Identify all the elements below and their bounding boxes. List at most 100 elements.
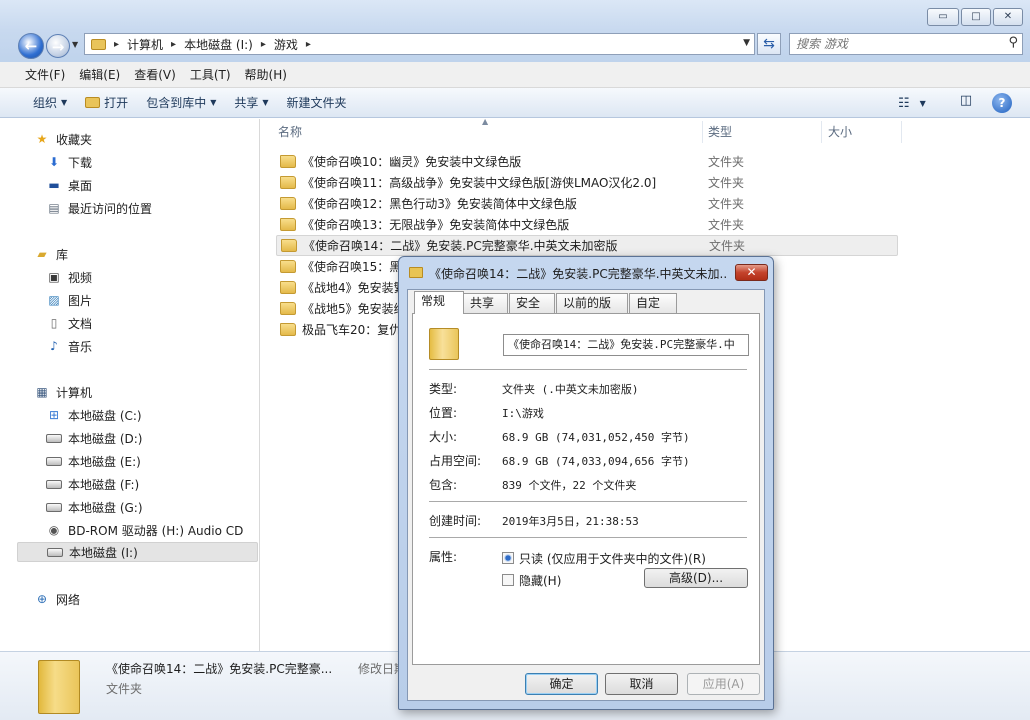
nav-desktop[interactable]: ▬ 桌面 <box>46 175 92 195</box>
forward-button[interactable]: → <box>46 34 70 58</box>
nav-label: 视频 <box>68 270 93 285</box>
nav-drive-f[interactable]: 本地磁盘 (F:) <box>46 474 139 494</box>
preview-pane-button[interactable]: ◫ <box>956 93 976 111</box>
breadcrumb-item[interactable]: 游戏 <box>274 36 298 53</box>
nav-recent-places[interactable]: ▤ 最近访问的位置 <box>46 198 152 218</box>
menu-file[interactable]: 文件(F) <box>18 66 72 83</box>
nav-drive-e[interactable]: 本地磁盘 (E:) <box>46 451 141 471</box>
nav-drive-d[interactable]: 本地磁盘 (D:) <box>46 428 142 448</box>
divider <box>429 537 747 538</box>
help-button[interactable]: ? <box>992 93 1012 113</box>
back-button[interactable]: ← <box>18 33 44 59</box>
tab-previous-versions[interactable]: 以前的版本 <box>556 293 628 329</box>
back-arrow-icon: ← <box>24 37 38 55</box>
refresh-button[interactable]: ⇆ <box>757 33 781 55</box>
column-divider[interactable] <box>702 121 703 143</box>
ok-button[interactable]: 确定 <box>525 673 598 695</box>
open-button[interactable]: 打开 <box>76 92 137 114</box>
nav-pictures[interactable]: ▨ 图片 <box>46 290 92 310</box>
tab-general[interactable]: 常规 <box>414 291 464 314</box>
contains-value: 839 个文件，22 个文件夹 <box>502 479 637 492</box>
share-button[interactable]: 共享 ▼ <box>225 92 277 114</box>
nav-favorites[interactable]: ★ 收藏夹 <box>34 129 92 149</box>
download-folder-icon: ⬇ <box>48 155 60 169</box>
minimize-button[interactable]: ▭ <box>927 8 959 26</box>
file-row[interactable]: 《使命召唤12：黑色行动3》免安装简体中文绿色版 文件夹 <box>276 193 898 214</box>
column-header-name[interactable]: 名称 <box>278 119 302 145</box>
tab-sharing[interactable]: 共享 <box>463 293 508 313</box>
cancel-button[interactable]: 取消 <box>605 673 678 695</box>
chevron-right-icon[interactable]: ▸ <box>114 39 119 50</box>
recent-pages-dropdown-icon[interactable]: ▼ <box>72 40 78 49</box>
search-input[interactable] <box>796 36 996 52</box>
maximize-button[interactable]: □ <box>961 8 991 26</box>
chevron-right-icon[interactable]: ▸ <box>261 39 266 50</box>
nav-label: 本地磁盘 (F:) <box>68 477 140 492</box>
organize-button[interactable]: 组织 ▼ <box>24 92 76 114</box>
column-divider[interactable] <box>821 121 822 143</box>
menu-tools[interactable]: 工具(T) <box>183 66 238 83</box>
nav-drive-c[interactable]: ⊞ 本地磁盘 (C:) <box>46 405 142 425</box>
dialog-title-bar[interactable]: 《使命召唤14：二战》免安装.PC完整豪华.中英文未加... ✕ <box>399 257 773 289</box>
close-window-button[interactable]: ✕ <box>993 8 1023 26</box>
hidden-checkbox[interactable] <box>502 574 514 586</box>
file-type: 文件夹 <box>708 197 745 211</box>
advanced-button[interactable]: 高级(D)... <box>644 568 748 588</box>
file-row[interactable]: 《使命召唤13：无限战争》免安装简体中文绿色版 文件夹 <box>276 214 898 235</box>
large-folder-icon <box>38 660 80 714</box>
nav-drive-i[interactable]: 本地磁盘 (I:) <box>17 542 258 562</box>
address-bar[interactable]: ▸ 计算机 ▸ 本地磁盘 (I:) ▸ 游戏 ▸ ▼ <box>84 33 755 55</box>
folder-name-field[interactable]: 《使命召唤14：二战》免安装.PC完整豪华.中 <box>503 334 749 356</box>
folder-icon <box>280 155 296 168</box>
breadcrumb-item[interactable]: 本地磁盘 (I:) <box>184 36 253 53</box>
breadcrumb-item[interactable]: 计算机 <box>127 36 163 53</box>
tab-customize[interactable]: 自定义 <box>629 293 677 329</box>
nav-videos[interactable]: ▣ 视频 <box>46 267 92 287</box>
nav-computer[interactable]: ▦ 计算机 <box>34 382 92 402</box>
tab-security[interactable]: 安全 <box>509 293 555 313</box>
file-type: 文件夹 <box>708 155 745 169</box>
nav-label: 本地磁盘 (C:) <box>68 408 142 423</box>
include-in-library-button[interactable]: 包含到库中 ▼ <box>137 92 225 114</box>
file-row-selected[interactable]: 《使命召唤14：二战》免安装.PC完整豪华.中英文未加密版 文件夹 <box>276 235 898 256</box>
hidden-checkbox-label[interactable]: 隐藏(H) <box>519 572 561 589</box>
chevron-right-icon[interactable]: ▸ <box>306 39 311 50</box>
divider <box>429 501 747 502</box>
search-box[interactable]: ⚲ <box>789 33 1023 55</box>
column-header-size[interactable]: 大小 <box>828 119 852 145</box>
nav-label: 本地磁盘 (E:) <box>68 454 141 469</box>
explorer-window: ▭ □ ✕ ← → ▼ ▸ 计算机 ▸ 本地磁盘 (I:) ▸ 游戏 ▸ ▼ ⇆… <box>0 0 1030 720</box>
created-value: 2019年3月5日，21:38:53 <box>502 515 639 528</box>
apply-button[interactable]: 应用(A) <box>687 673 760 695</box>
picture-icon: ▨ <box>48 293 60 307</box>
nav-label: 收藏夹 <box>56 132 93 147</box>
file-type: 文件夹 <box>709 239 746 253</box>
nav-network[interactable]: ⊕ 网络 <box>34 589 80 609</box>
search-icon[interactable]: ⚲ <box>1008 35 1018 50</box>
nav-drive-g[interactable]: 本地磁盘 (G:) <box>46 497 143 517</box>
nav-libraries[interactable]: ▰ 库 <box>34 244 68 264</box>
nav-documents[interactable]: ▯ 文档 <box>46 313 92 333</box>
column-header-type[interactable]: 类型 <box>708 119 732 145</box>
new-folder-button[interactable]: 新建文件夹 <box>278 92 356 114</box>
menu-help[interactable]: 帮助(H) <box>238 66 294 83</box>
nav-drive-h[interactable]: ◉ BD-ROM 驱动器 (H:) Audio CD <box>46 520 244 540</box>
nav-music[interactable]: ♪ 音乐 <box>46 336 92 356</box>
nav-downloads[interactable]: ⬇ 下载 <box>46 152 92 172</box>
menu-view[interactable]: 查看(V) <box>127 66 183 83</box>
created-label: 创建时间: <box>429 514 482 528</box>
chevron-right-icon[interactable]: ▸ <box>171 39 176 50</box>
column-divider[interactable] <box>901 121 902 143</box>
file-row[interactable]: 《使命召唤11：高级战争》免安装中文绿色版[游侠LMAO汉化2.0] 文件夹 <box>276 172 898 193</box>
menu-edit[interactable]: 编辑(E) <box>72 66 127 83</box>
dialog-close-button[interactable]: ✕ <box>735 264 768 281</box>
hard-drive-icon <box>46 433 62 443</box>
change-view-button[interactable]: ☷ ▼ <box>898 92 926 114</box>
address-dropdown-icon[interactable]: ▼ <box>743 38 750 48</box>
readonly-checkbox[interactable] <box>502 552 514 564</box>
new-folder-label: 新建文件夹 <box>286 96 347 110</box>
file-row[interactable]: 《使命召唤10：幽灵》免安装中文绿色版 文件夹 <box>276 151 898 172</box>
readonly-checkbox-label[interactable]: 只读 (仅应用于文件夹中的文件)(R) <box>519 550 706 567</box>
details-file-name: 《使命召唤14：二战》免安装.PC完整豪... <box>106 662 333 676</box>
size-value: 68.9 GB (74,031,052,450 字节) <box>502 431 690 444</box>
